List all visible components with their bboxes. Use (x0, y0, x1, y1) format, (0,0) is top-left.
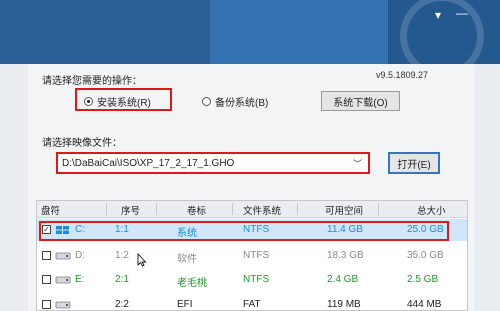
partition-table: 盘符 序号 卷标 文件系统 可用空间 总大小 ✓ C: 1:1 系统 NTFS 11.4 … (36, 200, 468, 311)
main-panel: 请选择您需要的操作： v9.5.1809.27 安装系统(R) 备份系统(B) … (28, 64, 474, 311)
table-row[interactable]: E: 2:1 老毛桃 NTFS 2.4 GB 2.5 GB (37, 269, 467, 291)
total-size: 2.5 GB (407, 274, 439, 285)
volume-label: 软件 (177, 254, 197, 265)
col-index: 序号 (121, 206, 141, 217)
filesystem: NTFS (243, 224, 270, 235)
open-file-button[interactable]: 打开(E) (388, 152, 440, 174)
col-drive-letter: 盘符 (41, 206, 61, 217)
free-space: 11.4 GB (327, 224, 363, 235)
image-file-label: 请选择映像文件： (42, 138, 122, 149)
col-free-space: 可用空间 (325, 206, 364, 217)
volume-label: EFI (177, 299, 193, 310)
windows-drive-icon (56, 226, 69, 234)
table-row[interactable]: D: 1:2 软件 NTFS 18.3 GB 35.0 GB (37, 245, 467, 267)
drive-icon (55, 301, 71, 309)
volume-label: 老毛桃 (177, 278, 207, 289)
image-path-select[interactable]: D:\DaBaiCai\ISO\XP_17_2_17_1.GHO ﹀ (56, 152, 370, 174)
total-size: 444 MB (407, 299, 442, 310)
hamburger-icon[interactable]: ▾ (430, 8, 446, 22)
partition-index: 1:1 (115, 224, 129, 235)
col-volume-label: 卷标 (187, 206, 207, 217)
app-header: ▾ — (0, 0, 500, 64)
table-row[interactable]: ✓ C: 1:1 系统 NTFS 11.4 GB 25.0 GB (37, 219, 467, 241)
drive-icon (55, 276, 71, 284)
table-header: 盘符 序号 卷标 文件系统 可用空间 总大小 (37, 201, 467, 218)
image-path-value: D:\DaBaiCai\ISO\XP_17_2_17_1.GHO (62, 157, 235, 169)
filesystem: FAT (243, 299, 261, 310)
drive-letter: C: (75, 224, 85, 235)
minimize-icon[interactable]: — (454, 6, 470, 20)
table-row[interactable]: 2:2 EFI FAT 119 MB 444 MB (37, 294, 467, 310)
drive-icon (55, 252, 71, 260)
install-system-radio[interactable]: 安装系统(R) (84, 94, 151, 109)
drive-letter: E: (75, 274, 85, 285)
system-download-button[interactable]: 系统下载(O) (321, 91, 400, 111)
chevron-down-icon[interactable]: ﹀ (353, 157, 362, 170)
radio-unselected-icon (202, 97, 211, 106)
filesystem: NTFS (243, 274, 270, 285)
free-space: 2.4 GB (327, 274, 359, 285)
partition-index: 2:2 (115, 299, 129, 310)
backup-system-label: 备份系统(B) (215, 98, 269, 109)
free-space: 119 MB (327, 299, 361, 310)
partition-index: 2:1 (115, 274, 129, 285)
operation-label: 请选择您需要的操作： (42, 76, 142, 87)
total-size: 25.0 GB (407, 224, 444, 235)
install-system-label: 安装系统(R) (97, 98, 151, 109)
row-checkbox[interactable] (42, 300, 51, 309)
drive-letter: D: (75, 250, 85, 261)
row-checkbox[interactable]: ✓ (42, 225, 51, 234)
total-size: 35.0 GB (407, 250, 444, 261)
volume-label: 系统 (177, 228, 197, 239)
filesystem: NTFS (243, 250, 270, 261)
col-total-size: 总大小 (417, 206, 446, 217)
row-checkbox[interactable] (42, 251, 51, 260)
version-label: v9.5.1809.27 (376, 70, 429, 80)
free-space: 18.3 GB (327, 250, 364, 261)
radio-selected-icon (84, 97, 93, 106)
backup-system-radio[interactable]: 备份系统(B) (202, 94, 268, 109)
col-filesystem: 文件系统 (243, 206, 282, 217)
partition-index: 1:2 (115, 250, 129, 261)
mouse-cursor-icon (137, 252, 147, 267)
row-checkbox[interactable] (42, 275, 51, 284)
